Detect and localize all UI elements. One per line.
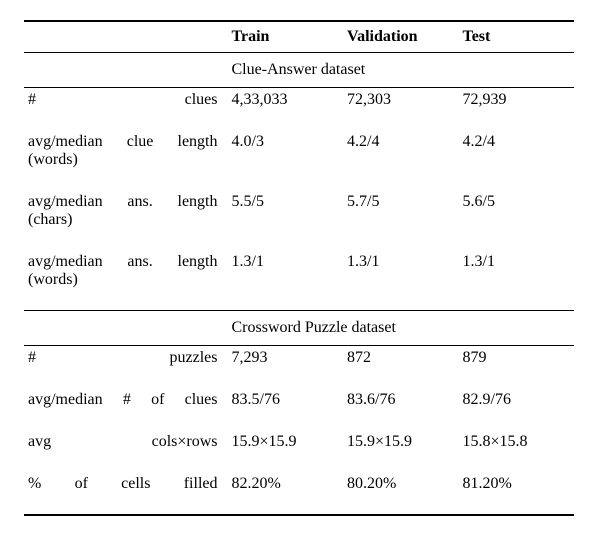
cell-test: 1.3/1 bbox=[459, 250, 575, 311]
cell-val: 80.20% bbox=[343, 472, 459, 515]
header-blank bbox=[24, 21, 228, 53]
header-validation: Validation bbox=[343, 21, 459, 53]
cell-train: 4.0/3 bbox=[228, 130, 344, 190]
row-label: avg/median # of clues bbox=[24, 388, 228, 430]
cell-val: 872 bbox=[343, 346, 459, 389]
cell-train: 82.20% bbox=[228, 472, 344, 515]
row-label: # puzzles bbox=[24, 346, 228, 389]
cell-train: 7,293 bbox=[228, 346, 344, 389]
cell-test: 5.6/5 bbox=[459, 190, 575, 250]
cell-val: 5.7/5 bbox=[343, 190, 459, 250]
cell-test: 81.20% bbox=[459, 472, 575, 515]
header-train: Train bbox=[228, 21, 344, 53]
row-label: # clues bbox=[24, 88, 228, 131]
row-label: avg/median ans. length (words) bbox=[24, 250, 228, 311]
row-label: avg cols×rows bbox=[24, 430, 228, 472]
row-label: % of cells filled bbox=[24, 472, 228, 515]
cell-val: 1.3/1 bbox=[343, 250, 459, 311]
cell-test: 879 bbox=[459, 346, 575, 389]
cell-val: 4.2/4 bbox=[343, 130, 459, 190]
cell-test: 72,939 bbox=[459, 88, 575, 131]
header-test: Test bbox=[459, 21, 575, 53]
blank-cell bbox=[24, 53, 228, 88]
section1-title: Clue-Answer dataset bbox=[228, 53, 575, 88]
section2-title: Crossword Puzzle dataset bbox=[228, 311, 575, 346]
cell-val: 15.9×15.9 bbox=[343, 430, 459, 472]
dataset-stats-table: Train Validation Test Clue-Answer datase… bbox=[24, 20, 574, 516]
cell-test: 82.9/76 bbox=[459, 388, 575, 430]
cell-train: 1.3/1 bbox=[228, 250, 344, 311]
cell-val: 72,303 bbox=[343, 88, 459, 131]
cell-train: 5.5/5 bbox=[228, 190, 344, 250]
cell-val: 83.6/76 bbox=[343, 388, 459, 430]
cell-train: 15.9×15.9 bbox=[228, 430, 344, 472]
cell-train: 83.5/76 bbox=[228, 388, 344, 430]
cell-train: 4,33,033 bbox=[228, 88, 344, 131]
row-label: avg/median clue length (words) bbox=[24, 130, 228, 190]
cell-test: 15.8×15.8 bbox=[459, 430, 575, 472]
cell-test: 4.2/4 bbox=[459, 130, 575, 190]
blank-cell bbox=[24, 311, 228, 346]
row-label: avg/median ans. length (chars) bbox=[24, 190, 228, 250]
